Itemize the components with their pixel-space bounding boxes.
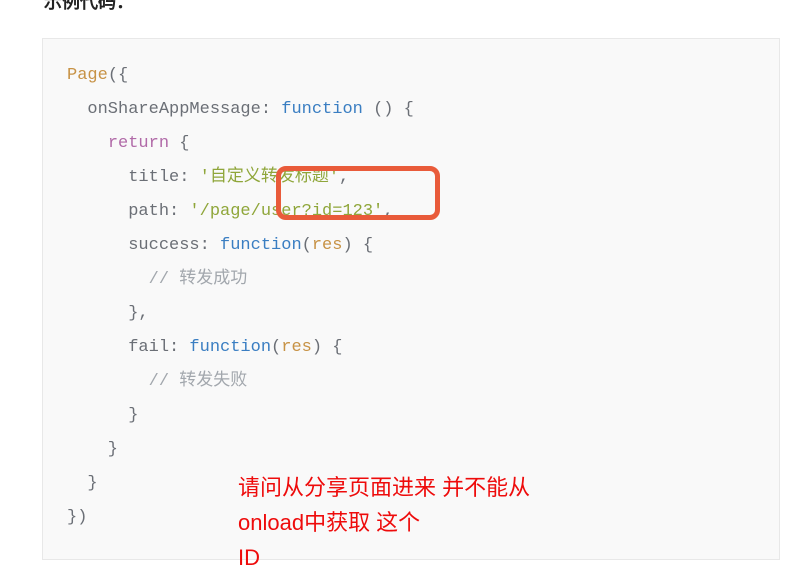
token-keyword: function [220,236,302,255]
token-ws [67,372,149,391]
section-heading: 示例代码： [16,0,134,14]
token-prop: fail: [67,338,189,357]
token-param: res [281,338,312,357]
code-line: // 转发失败 [67,365,755,399]
token-comment: // 转发成功 [149,270,248,289]
token-keyword: function [281,100,363,119]
code-line: return { [67,127,755,161]
token-keyword: function [189,338,271,357]
token-punct: () { [363,100,414,119]
token-comment: // 转发失败 [149,372,248,391]
code-line: Page({ [67,59,755,93]
token-ws [67,270,149,289]
code-line: success: function(res) { [67,229,755,263]
token-punct: { [169,134,189,153]
token-punct: }) [67,508,87,527]
token-punct: ({ [108,66,128,85]
token-keyword: return [108,134,169,153]
token-ident: Page [67,66,108,85]
token-ws [67,134,108,153]
token-prop: success: [67,236,220,255]
code-line: } [67,399,755,433]
token-string: '自定义转发标题' [200,168,339,187]
code-line: title: '自定义转发标题', [67,161,755,195]
token-punct: , [339,168,349,187]
token-punct: ( [302,236,312,255]
token-punct: ) { [342,236,373,255]
token-prop: path: [67,202,189,221]
token-param: res [312,236,343,255]
code-block: Page({ onShareAppMessage: function () { … [42,38,780,560]
token-string: '/page/user?id=123' [189,202,383,221]
token-prop: onShareAppMessage: [67,100,281,119]
token-punct: }, [67,304,149,323]
code-line: }, [67,297,755,331]
token-punct: ( [271,338,281,357]
code-line: fail: function(res) { [67,331,755,365]
code-line: // 转发成功 [67,263,755,297]
code-line: onShareAppMessage: function () { [67,93,755,127]
token-punct: } [67,406,138,425]
token-punct: ) { [312,338,343,357]
token-punct: } [67,440,118,459]
token-punct: , [383,202,393,221]
code-line: } [67,467,755,501]
code-line: } [67,433,755,467]
code-line: }) [67,501,755,535]
token-punct: } [67,474,98,493]
code-line: path: '/page/user?id=123', [67,195,755,229]
token-prop: title: [67,168,200,187]
